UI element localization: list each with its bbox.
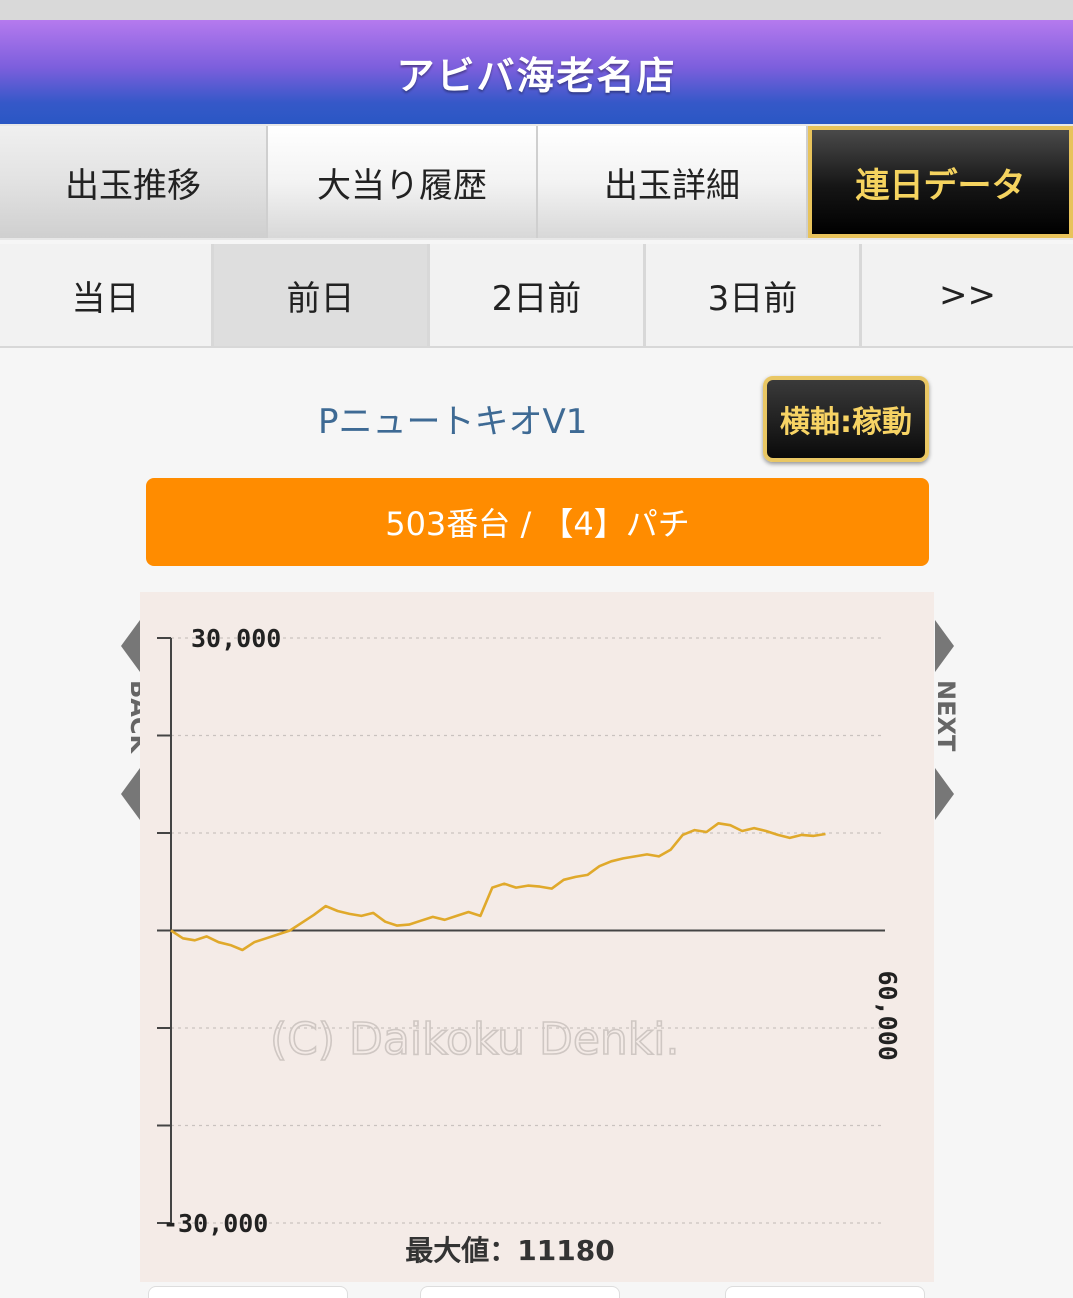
y-ticks — [157, 637, 171, 1224]
back-arrow-down-icon — [121, 768, 140, 820]
tab-jackpot-history[interactable]: 大当り履歴 — [268, 126, 538, 238]
y-top-label: 30,000 — [191, 624, 281, 653]
day-tab-today[interactable]: 当日 — [0, 244, 214, 346]
main-tab-bar: 出玉推移 大当り履歴 出玉詳細 連日データ — [0, 124, 1073, 240]
bottom-button-row — [0, 1286, 1073, 1298]
bottom-button-3[interactable] — [725, 1286, 925, 1298]
day-tab-bar: 当日 前日 2日前 3日前 >> — [0, 244, 1073, 348]
tab-payout-trend[interactable]: 出玉推移 — [0, 126, 268, 238]
machine-name: PニュートキオV1 — [318, 402, 588, 442]
next-nav[interactable]: NEXT — [932, 620, 958, 820]
status-strip — [0, 0, 1073, 20]
axis-toggle-button[interactable]: 横軸:稼動 — [763, 376, 929, 462]
bottom-button-2[interactable] — [420, 1286, 620, 1298]
day-tab-2days-ago[interactable]: 2日前 — [430, 244, 646, 346]
day-tab-3days-ago[interactable]: 3日前 — [646, 244, 862, 346]
next-arrow-up-icon — [935, 620, 954, 672]
payout-chart: 30,000 -30,000 60,000 (C) Daikoku Denki.… — [157, 624, 902, 1267]
content-area: PニュートキオV1 横軸:稼動 503番台 / 【4】パチ BACK NEXT … — [0, 350, 1073, 1298]
x-end-label: 60,000 — [873, 971, 902, 1061]
chart-panel: 30,000 -30,000 60,000 (C) Daikoku Denki.… — [140, 592, 934, 1282]
day-tab-yesterday[interactable]: 前日 — [214, 244, 430, 346]
next-arrow-down-icon — [935, 768, 954, 820]
tab-daily-data[interactable]: 連日データ — [808, 126, 1073, 238]
app-header: アビバ海老名店 — [0, 20, 1073, 124]
back-arrow-up-icon — [121, 620, 140, 672]
tab-payout-detail[interactable]: 出玉詳細 — [538, 126, 808, 238]
y-bottom-label: -30,000 — [163, 1209, 268, 1238]
bottom-button-1[interactable] — [148, 1286, 348, 1298]
next-label: NEXT — [932, 680, 958, 752]
day-tab-more[interactable]: >> — [862, 244, 1073, 346]
max-value-label: 最大値：11180 — [405, 1234, 614, 1267]
store-title: アビバ海老名店 — [396, 53, 677, 98]
unit-label-bar: 503番台 / 【4】パチ — [146, 478, 929, 566]
watermark: (C) Daikoku Denki. — [270, 1014, 679, 1065]
